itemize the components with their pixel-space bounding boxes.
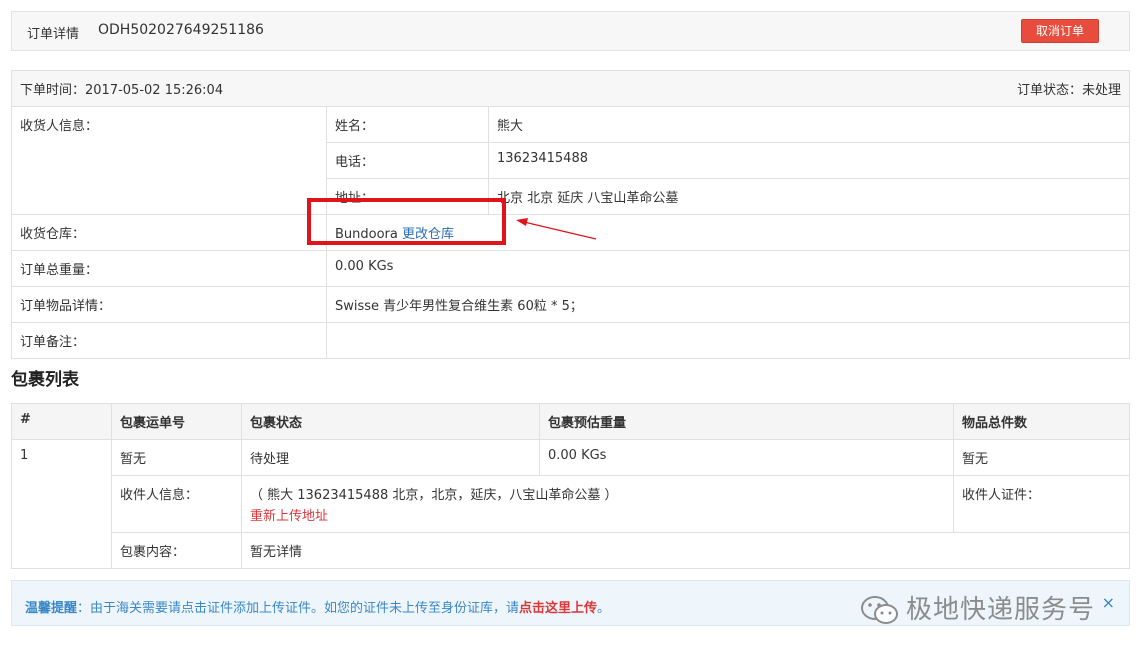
items-value: Swisse 青少年男性复合维生素 60粒 * 5； [326,286,1130,323]
weight-label: 订单总重量： [11,250,327,287]
watermark-text: 极地快递服务号 [906,595,1096,625]
package-tracking: 暂无 [111,439,242,476]
items-label: 订单物品详情： [11,286,327,323]
close-icon[interactable]: × [1102,593,1115,612]
notice-prefix: 温馨提醒 [25,601,78,616]
recipient-value: （ 熊大 13623415488 北京，北京，延庆，八宝山革命公墓 ） [250,488,618,503]
notice-suffix: 。 [597,601,611,616]
package-index: 1 [11,439,112,569]
order-status-value: 未处理 [1081,83,1121,98]
name-value: 熊大 [488,106,1130,143]
content-value: 暂无详情 [241,532,1130,569]
upload-here-link[interactable]: 点击这里上传 [519,601,597,616]
order-detail-label: 订单详情 [27,27,80,42]
name-label: 姓名： [326,106,489,143]
table-row: 收件人信息： （ 熊大 13623415488 北京，北京，延庆，八宝山革命公墓… [12,475,1130,533]
package-count: 暂无 [953,439,1130,476]
table-row: 包裹内容： 暂无详情 [12,532,1130,569]
column-header: # [11,403,112,440]
order-time-label: 下单时间： [20,83,86,98]
warehouse-highlight-box [307,198,506,245]
reupload-address-link[interactable]: 重新上传地址 [250,505,945,524]
watermark: 极地快递服务号 [860,589,1095,628]
content-label: 包裹内容： [111,532,242,569]
notice-body: ：由于海关需要请点击证件添加上传证件。如您的证件未上传至身份证库，请 [77,601,520,616]
order-header: 订单详情 ODH502027649251186 取消订单 [11,11,1130,51]
table-header-row: # 包裹运单号 包裹状态 包裹预估重量 物品总件数 [11,403,1130,440]
phone-value: 13623415488 [488,142,1130,179]
address-value: 北京 北京 延庆 八宝山革命公墓 [488,178,1130,215]
order-number: ODH502027649251186 [98,22,264,38]
column-header: 物品总件数 [953,403,1130,440]
table-row: 1 暂无 待处理 0.00 KGs 暂无 [11,439,1130,569]
column-header: 包裹运单号 [111,403,242,440]
remark-value [326,322,1130,359]
order-time-value: 2017-05-02 15:26:04 [85,83,224,98]
remark-label: 订单备注： [11,322,327,359]
order-time-row: 下单时间：2017-05-02 15:26:04 订单状态：未处理 [11,70,1130,107]
weight-value: 0.00 KGs [326,250,1130,287]
receiver-label: 收货人信息： [11,106,327,215]
order-info-table: 下单时间：2017-05-02 15:26:04 订单状态：未处理 收货人信息：… [11,70,1130,359]
column-header: 包裹预估重量 [539,403,954,440]
recipient-cell: （ 熊大 13623415488 北京，北京，延庆，八宝山革命公墓 ） 重新上传… [241,475,954,533]
cancel-order-button[interactable]: 取消订单 [1021,19,1099,43]
package-table: # 包裹运单号 包裹状态 包裹预估重量 物品总件数 1 暂无 待处理 0.00 … [11,403,1130,569]
recipient-id-label: 收件人证件： [953,475,1130,533]
notice-text: 温馨提醒：由于海关需要请点击证件添加上传证件。如您的证件未上传至身份证库，请点击… [25,597,610,616]
package-list-title: 包裹列表 [11,370,79,390]
package-status: 待处理 [241,439,540,476]
package-weight: 0.00 KGs [539,439,954,476]
recipient-label: 收件人信息： [111,475,242,533]
phone-label: 电话： [326,142,489,179]
warehouse-label: 收货仓库： [11,214,327,251]
order-status-label: 订单状态： [1016,83,1082,98]
column-header: 包裹状态 [241,403,540,440]
wechat-icon [861,595,898,624]
